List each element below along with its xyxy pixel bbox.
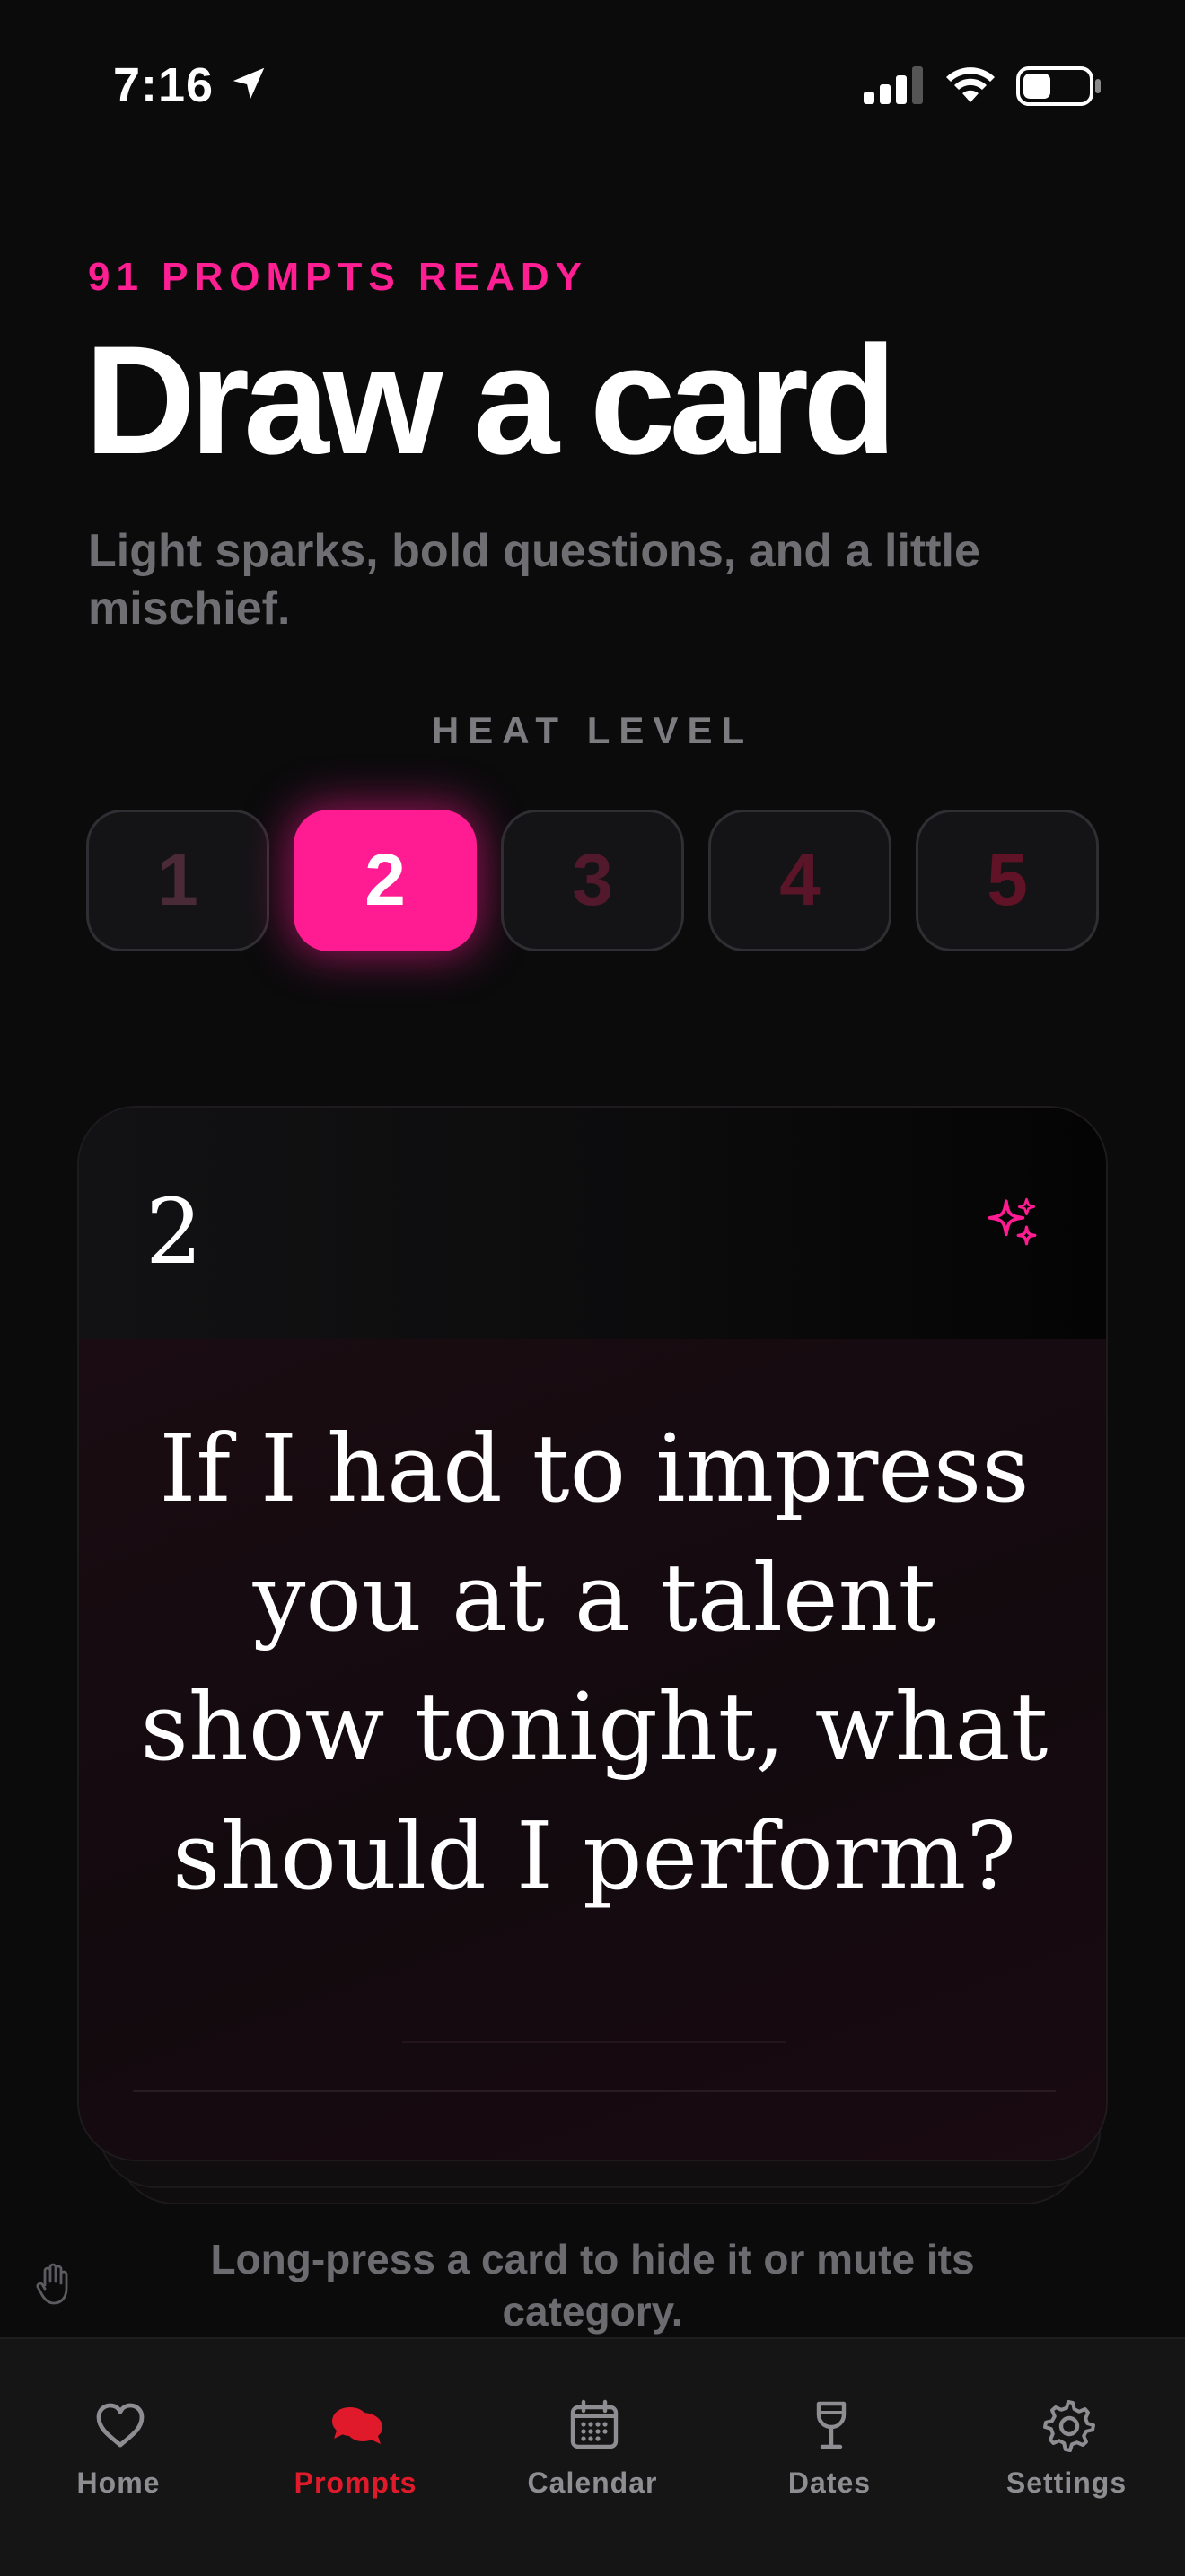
tab-bar: Home Prompts Calendar Dates Settings	[0, 2337, 1185, 2576]
heat-level-1-button[interactable]: 1	[86, 810, 269, 951]
page-title: Draw a card	[84, 314, 897, 486]
page-subtitle: Light sparks, bold questions, and a litt…	[88, 525, 980, 635]
tab-settings[interactable]: Settings	[948, 2339, 1185, 2576]
calendar-icon	[570, 2399, 619, 2449]
heat-level-4-button[interactable]: 4	[708, 810, 891, 951]
gear-icon	[1043, 2400, 1095, 2452]
tab-home[interactable]: Home	[0, 2339, 237, 2576]
prompt-text: If I had to impress you at a talent show…	[140, 1414, 1049, 1911]
heat-level-5-button[interactable]: 5	[916, 810, 1099, 951]
tab-label: Settings	[1005, 2466, 1128, 2499]
wine-glass-icon	[816, 2401, 847, 2449]
battery-icon	[1016, 66, 1101, 106]
chat-bubbles-icon	[332, 2407, 382, 2444]
card-heat-number: 2	[145, 1179, 203, 1284]
tab-prompts[interactable]: Prompts	[237, 2339, 474, 2576]
wifi-icon	[946, 67, 995, 102]
heat-level-label: HEAT LEVEL	[431, 709, 754, 751]
location-arrow-icon	[233, 67, 265, 100]
tab-label: Calendar	[527, 2466, 658, 2499]
card-divider	[133, 2090, 1056, 2092]
heat-level-2-button[interactable]: 2	[294, 810, 477, 951]
prompt-card[interactable]: 2 If I had to impress you at a talent sh…	[77, 1106, 1108, 2161]
heat-level-3-button[interactable]: 3	[501, 810, 684, 951]
long-press-hint: Long-press a card to hide it or mute its…	[210, 2236, 975, 2335]
hand-icon	[36, 2263, 68, 2305]
tab-label: Dates	[787, 2466, 872, 2499]
status-bar: 7:16	[0, 0, 1185, 171]
tab-label: Home	[76, 2466, 161, 2499]
tab-dates[interactable]: Dates	[711, 2339, 948, 2576]
cellular-signal-icon	[864, 66, 923, 104]
heat-level-selector: 1 2 3 4 5	[86, 810, 1099, 955]
card-deck: 2 If I had to impress you at a talent sh…	[77, 1106, 1108, 2206]
card-divider	[402, 2041, 786, 2043]
sparkles-icon	[988, 1197, 1037, 1246]
status-time: 7:16	[113, 58, 215, 112]
heart-icon	[96, 2403, 145, 2448]
prompts-ready-count: 91 PROMPTS READY	[88, 255, 588, 299]
tab-label: Prompts	[294, 2466, 417, 2499]
card-header	[79, 1108, 1106, 1339]
tab-calendar[interactable]: Calendar	[474, 2339, 711, 2576]
